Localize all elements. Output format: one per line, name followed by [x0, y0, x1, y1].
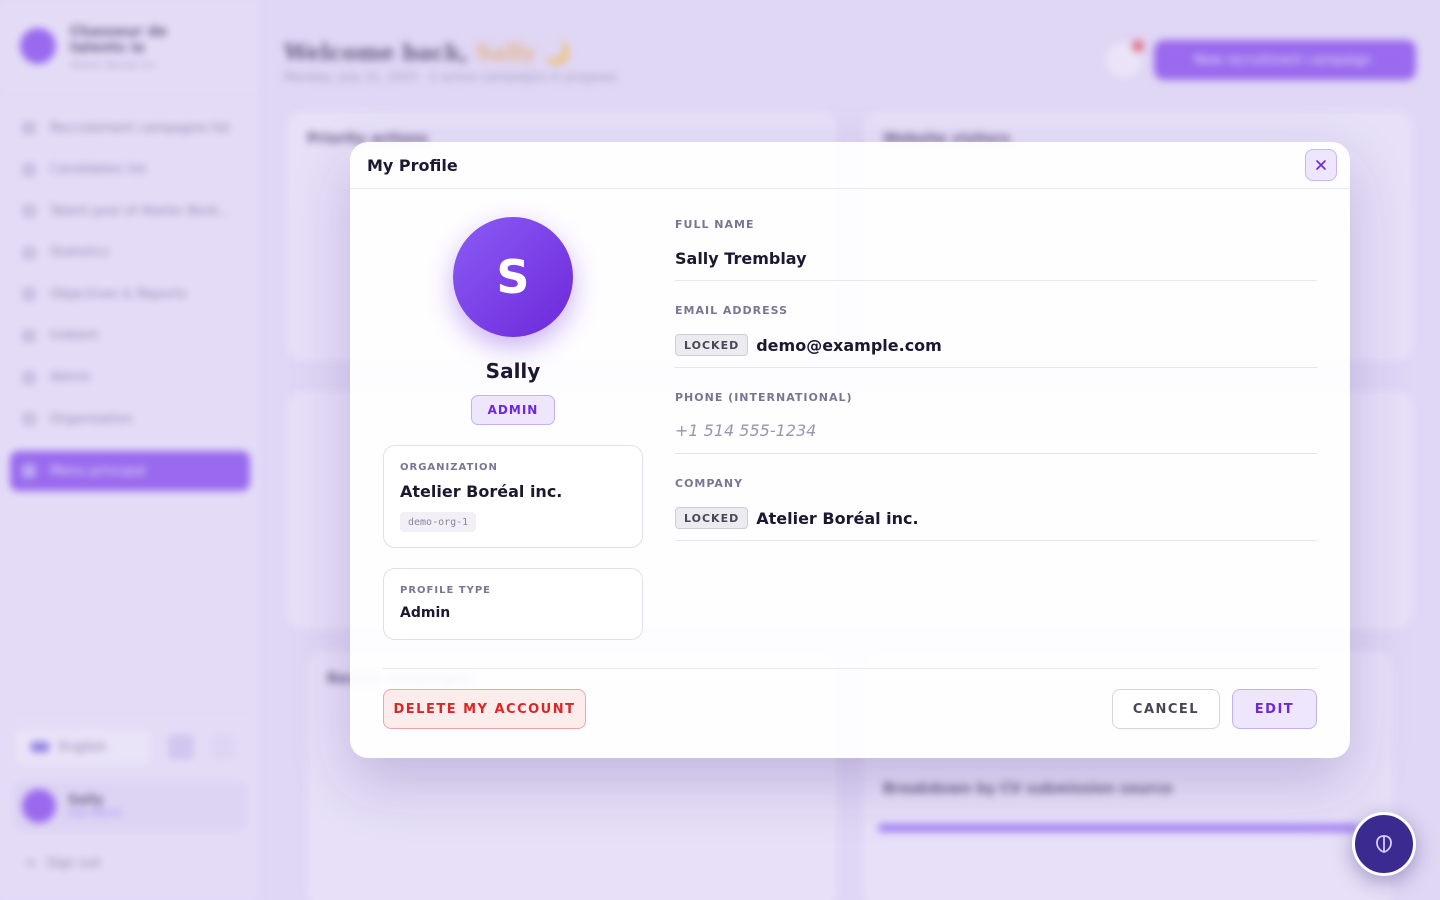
phone-field: PHONE (INTERNATIONAL) — [675, 391, 1317, 454]
email-value: demo@example.com — [756, 335, 942, 355]
help-fab-icon — [1376, 835, 1392, 853]
profile-type-label: PROFILE TYPE — [400, 585, 491, 596]
full-name-value: Sally Tremblay — [675, 249, 807, 268]
help-button[interactable] — [1352, 812, 1416, 876]
locked-badge: LOCKED — [675, 334, 749, 356]
company-label: COMPANY — [675, 477, 744, 490]
full-name-field: FULL NAME Sally Tremblay — [675, 218, 1317, 281]
cancel-button[interactable]: CANCEL — [1112, 689, 1220, 729]
modal-title: My Profile — [367, 156, 458, 175]
profile-display-name: Sally — [485, 359, 541, 383]
phone-label: PHONE (INTERNATIONAL) — [675, 391, 853, 404]
profile-modal: My Profile S Sally ADMIN ORGANIZATION At… — [350, 142, 1350, 758]
email-label: EMAIL ADDRESS — [675, 304, 789, 317]
company-value: Atelier Boréal inc. — [756, 508, 919, 528]
full-name-label: FULL NAME — [675, 218, 755, 231]
close-button[interactable] — [1305, 149, 1337, 181]
delete-account-button[interactable]: DELETE MY ACCOUNT — [383, 689, 586, 729]
email-field: EMAIL ADDRESS LOCKED demo@example.com — [675, 304, 1317, 368]
phone-input[interactable] — [675, 415, 1317, 445]
edit-button[interactable]: EDIT — [1232, 689, 1317, 729]
profile-type-value: Admin — [400, 605, 451, 621]
profile-type-card: PROFILE TYPE Admin — [383, 568, 643, 640]
profile-avatar: S — [453, 217, 573, 337]
organization-card: ORGANIZATION Atelier Boréal inc. demo-or… — [383, 445, 643, 548]
role-badge: ADMIN — [471, 395, 555, 425]
company-field: COMPANY LOCKED Atelier Boréal inc. — [675, 477, 1317, 541]
divider — [383, 668, 1317, 669]
organization-id: demo-org-1 — [400, 512, 477, 532]
organization-label: ORGANIZATION — [400, 462, 498, 473]
close-icon — [1316, 160, 1326, 170]
locked-badge: LOCKED — [675, 507, 749, 529]
organization-name: Atelier Boréal inc. — [400, 482, 563, 501]
modal-header: My Profile — [350, 142, 1350, 189]
